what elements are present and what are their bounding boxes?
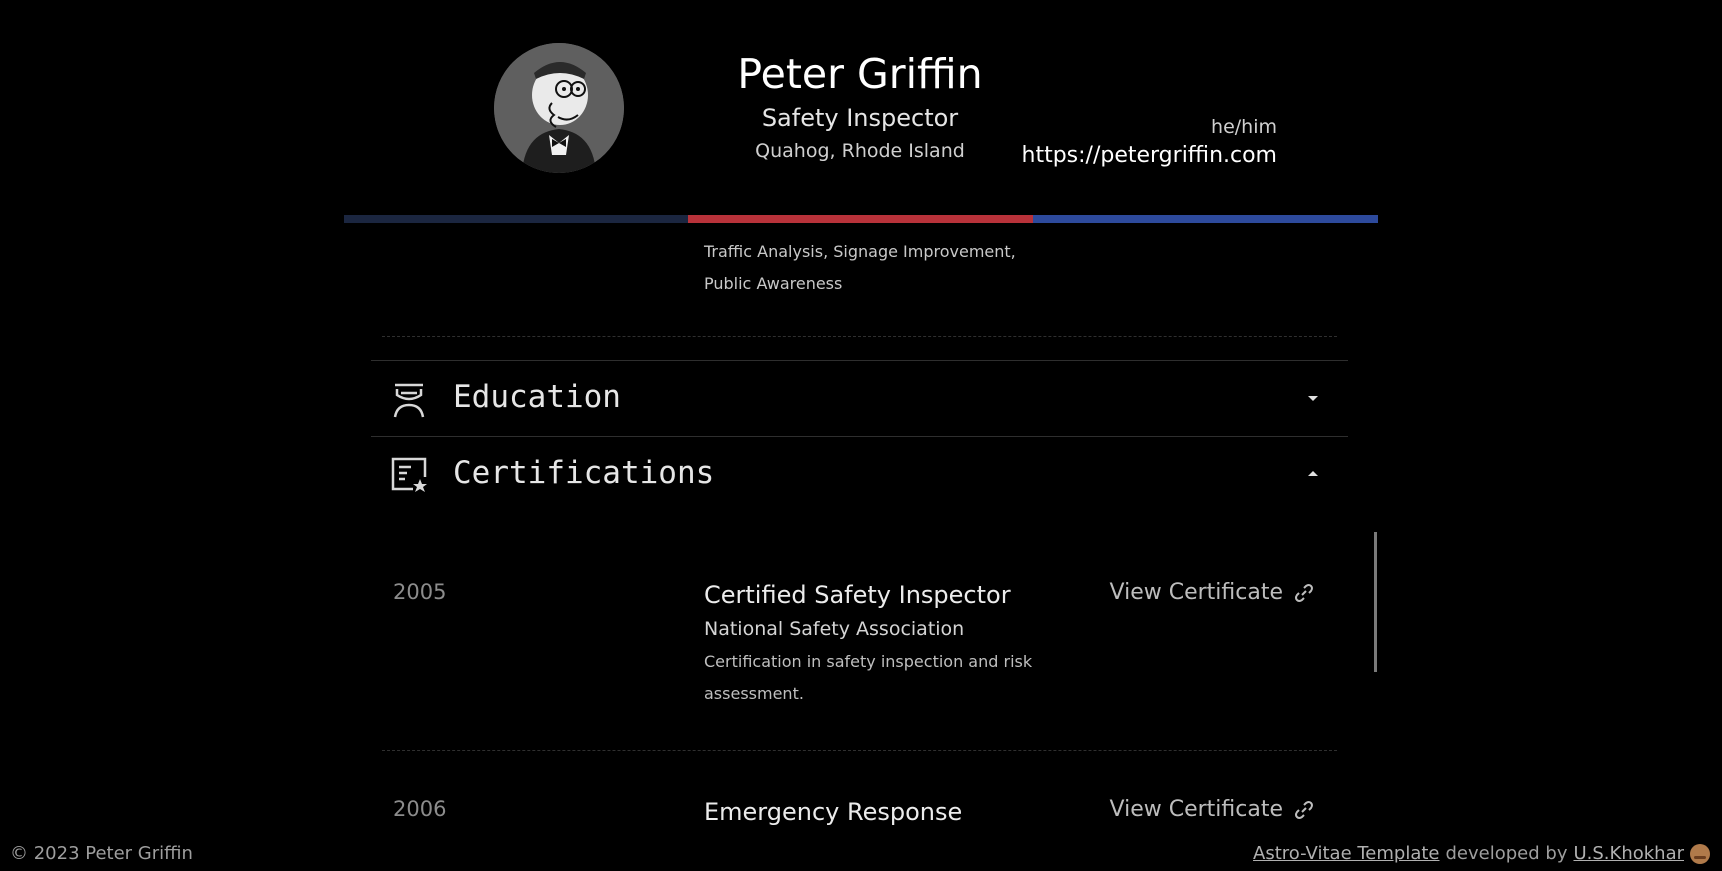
header-stripe-left [344,215,688,223]
chevron-up-icon[interactable] [1306,467,1320,481]
template-link[interactable]: Astro-Vitae Template [1253,843,1439,864]
graduate-icon [393,383,425,418]
certification-year: 2005 [393,580,447,604]
profile-header: Peter Griffin Safety Inspector Quahog, R… [0,0,1722,220]
education-section-header[interactable]: Education [371,361,1348,436]
footer-credits: Astro-Vitae Template developed by U.S.Kh… [1253,843,1710,864]
view-certificate-label: View Certificate [1109,580,1283,605]
divider [382,750,1337,751]
list-item: 2005 Certified Safety Inspector National… [371,580,1348,750]
list-item: 2006 Emergency Response View Certificate [371,797,1348,837]
view-certificate-link[interactable]: View Certificate [1110,580,1315,605]
scrollbar[interactable] [1374,532,1377,672]
certificate-icon [391,457,427,492]
header-stripe-right [1033,215,1378,223]
view-certificate-label: View Certificate [1109,797,1283,822]
certification-name: Certified Safety Inspector [704,581,1011,609]
link-icon [1295,583,1313,602]
footer-copyright: © 2023 Peter Griffin [10,843,193,864]
profile-name: Peter Griffin [737,50,983,98]
profile-title: Safety Inspector [761,104,959,132]
profile-location: Quahog, Rhode Island [755,140,965,162]
previous-tags-line-1: Traffic Analysis, Signage Improvement, [704,242,1016,261]
monkey-emoji-icon [1690,843,1710,864]
education-section-label: Education [453,379,621,415]
developed-by-text: developed by [1445,843,1568,864]
author-link[interactable]: U.S.Khokhar [1573,843,1684,864]
header-stripe-middle [688,215,1033,223]
certifications-section-header[interactable]: Certifications [371,437,1348,512]
profile-website-link[interactable]: https://petergriffin.com [1022,143,1278,168]
profile-pronouns: he/him [1211,116,1277,138]
divider [382,336,1337,337]
avatar-illustration-icon [494,43,624,173]
avatar [494,43,624,173]
link-icon [1295,800,1313,819]
previous-tags-line-2: Public Awareness [704,274,843,293]
certification-year: 2006 [393,797,447,821]
chevron-down-icon[interactable] [1306,391,1320,405]
view-certificate-link[interactable]: View Certificate [1110,797,1315,822]
certifications-section-label: Certifications [453,455,715,491]
certification-description: Certification in safety inspection and r… [704,652,1033,703]
certification-name: Emergency Response [704,798,963,826]
certification-org: National Safety Association [704,618,965,640]
